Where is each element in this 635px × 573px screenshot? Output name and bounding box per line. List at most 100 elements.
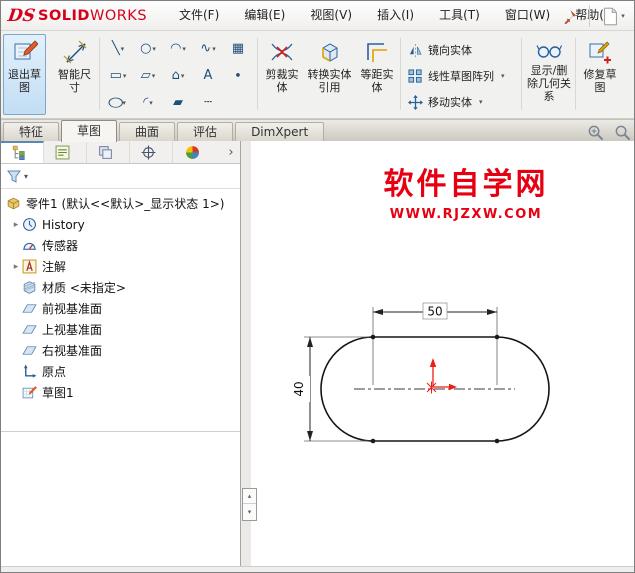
menu-view[interactable]: 视图(V): [300, 1, 362, 30]
spline-tool-button[interactable]: ∿ ▾: [193, 36, 223, 61]
splitter-up-button[interactable]: ▴: [243, 489, 256, 504]
repair-sketch-button[interactable]: 修复草图: [579, 34, 621, 115]
tree-item-annotations[interactable]: ▸ 注解: [1, 256, 240, 277]
filter-dropdown-caret[interactable]: ▾: [24, 172, 28, 181]
polygon-tool-button[interactable]: ⌂ ▾: [163, 63, 193, 88]
tree-item-sensors[interactable]: 传感器: [1, 235, 240, 256]
pin-menu-button[interactable]: [559, 6, 579, 26]
slot-tool-button[interactable]: ▱ ▾: [133, 63, 163, 88]
mirror-entities-button[interactable]: 镜向实体: [403, 38, 477, 62]
empty-tool-slot: [223, 90, 253, 115]
trim-entities-button[interactable]: 剪裁实体: [262, 34, 302, 115]
dropdown-caret[interactable]: ▾: [152, 72, 156, 80]
centerline-tool-button[interactable]: ┄: [193, 90, 223, 115]
propertymanager-icon: [55, 145, 70, 159]
zoom-to-area-button[interactable]: [586, 123, 604, 141]
polygon-icon: ⌂: [171, 68, 180, 83]
move-entities-icon: [408, 94, 423, 110]
smart-dimension-button[interactable]: 智能尺寸: [53, 34, 96, 115]
history-icon: [23, 218, 36, 231]
dimension-40-value[interactable]: 40: [292, 381, 306, 396]
display-color-wheel-icon: [185, 145, 199, 159]
solidworks-window: DS SOLID WORKS 文件(F) 编辑(E) 视图(V) 插入(I) 工…: [0, 0, 635, 573]
linear-sketch-pattern-button[interactable]: 线性草图阵列 ▾: [403, 64, 510, 88]
tree-item-front-plane[interactable]: 前视基准面: [1, 298, 240, 319]
move-entities-button[interactable]: 移动实体 ▾: [403, 90, 488, 114]
circle-icon: ○: [140, 41, 152, 56]
tree-item-right-plane[interactable]: 右视基准面: [1, 340, 240, 361]
menu-window[interactable]: 窗口(W): [495, 1, 560, 30]
sketch-origin[interactable]: [426, 358, 457, 394]
offset-entities-label: 等距实体: [360, 68, 394, 94]
fillet-tool-button[interactable]: ◜ ▾: [133, 90, 163, 115]
menu-file[interactable]: 文件(F): [169, 1, 229, 30]
line-tool-button[interactable]: ╲ ▾: [103, 36, 133, 61]
tab-dimxpert[interactable]: DimXpert: [235, 122, 325, 142]
expander-icon[interactable]: ▸: [10, 262, 22, 272]
panel-tab-overflow-button[interactable]: ›: [222, 141, 240, 163]
dimension-50-value[interactable]: 50: [427, 305, 442, 319]
arc-icon: ◠: [170, 41, 182, 56]
tab-surfaces[interactable]: 曲面: [119, 122, 176, 142]
graphics-area[interactable]: 软件自学网 WWW.RJZXW.COM 50 40: [251, 141, 634, 566]
dropdown-caret[interactable]: ▾: [182, 45, 186, 53]
zoom-fit-button[interactable]: [613, 123, 631, 141]
dropdown-caret[interactable]: ▾: [123, 72, 127, 80]
tree-root-part[interactable]: 零件1 (默认<<默认>_显示状态 1>): [1, 193, 240, 214]
convert-entities-button[interactable]: 转换实体引用: [306, 34, 353, 115]
dropdown-caret[interactable]: ▾: [501, 72, 505, 80]
filter-funnel-icon[interactable]: [7, 169, 21, 183]
part-icon: [7, 197, 20, 210]
feature-tree: 零件1 (默认<<默认>_显示状态 1>) ▸ History 传感器 ▸ 注解…: [1, 193, 240, 403]
splitter-collapse-control: ▴ ▾: [242, 488, 257, 521]
sketch-viewport: 50 40: [292, 302, 550, 444]
dropdown-caret[interactable]: ▾: [479, 98, 483, 106]
menu-insert[interactable]: 插入(I): [367, 1, 424, 30]
menubar-separator: [589, 5, 590, 27]
expander-icon[interactable]: ▸: [10, 220, 22, 230]
dropdown-caret[interactable]: ▾: [621, 12, 625, 20]
dropdown-caret[interactable]: ▾: [149, 99, 153, 107]
tab-features[interactable]: 特征: [3, 122, 60, 142]
tree-item-material[interactable]: 材质 <未指定>: [1, 277, 240, 298]
arc-tool-button[interactable]: ◠ ▾: [163, 36, 193, 61]
sketch-picture-tool-button[interactable]: ▦: [223, 36, 253, 61]
tab-evaluate[interactable]: 评估: [177, 122, 234, 142]
new-document-button[interactable]: ▾: [597, 4, 631, 28]
configurationmanager-tab[interactable]: [87, 141, 130, 163]
plane-tool-button[interactable]: ▰: [163, 90, 193, 115]
tree-item-history[interactable]: ▸ History: [1, 214, 240, 235]
tree-item-origin[interactable]: 原点: [1, 361, 240, 382]
tree-item-sketch1[interactable]: 草图1: [1, 382, 240, 403]
ellipse-tool-button[interactable]: ○ ▾: [103, 90, 133, 115]
dropdown-caret[interactable]: ▾: [121, 45, 125, 53]
tree-item-top-plane[interactable]: 上视基准面: [1, 319, 240, 340]
panel-splitter-line[interactable]: [1, 431, 240, 432]
splitter-down-button[interactable]: ▾: [243, 504, 256, 519]
dropdown-caret[interactable]: ▾: [152, 45, 156, 53]
linear-pattern-icon: [408, 68, 422, 83]
text-tool-button[interactable]: A: [193, 63, 223, 88]
dropdown-caret[interactable]: ▾: [212, 45, 216, 53]
point-tool-button[interactable]: ∙: [223, 63, 253, 88]
line-icon: ╲: [111, 41, 120, 56]
smart-dimension-label: 智能尺寸: [58, 68, 91, 94]
tab-sketch[interactable]: 草图: [61, 120, 118, 142]
circle-tool-button[interactable]: ○ ▾: [133, 36, 163, 61]
ribbon-separator: [257, 38, 258, 110]
menu-tools[interactable]: 工具(T): [429, 1, 490, 30]
trim-entities-label: 剪裁实体: [265, 68, 299, 94]
exit-sketch-button[interactable]: 退出草图: [3, 34, 46, 115]
dimxpertmanager-tab[interactable]: [130, 141, 173, 163]
displaymanager-tab[interactable]: [173, 141, 216, 163]
move-entities-label: 移动实体: [428, 96, 472, 109]
display-delete-relations-button[interactable]: 显示/删除几何关系: [525, 34, 573, 115]
featuremanager-tab[interactable]: [1, 141, 44, 163]
propertymanager-tab[interactable]: [44, 141, 87, 163]
menu-edit[interactable]: 编辑(E): [234, 1, 295, 30]
dimension-50[interactable]: 50: [373, 302, 497, 320]
rectangle-tool-button[interactable]: ▭ ▾: [103, 63, 133, 88]
ribbon-separator: [400, 38, 401, 110]
offset-entities-button[interactable]: 等距实体: [357, 34, 397, 115]
dropdown-caret[interactable]: ▾: [181, 72, 185, 80]
